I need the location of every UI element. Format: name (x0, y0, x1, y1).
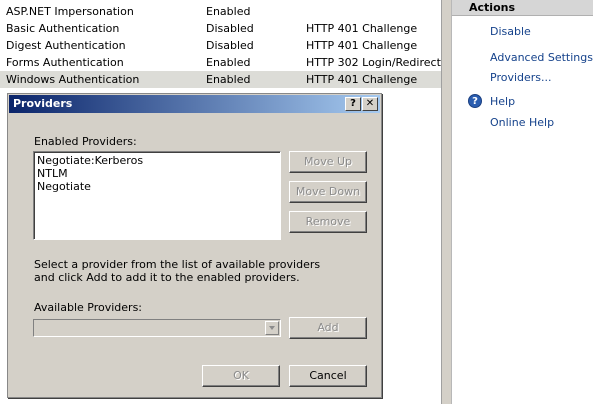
pane-splitter[interactable] (441, 0, 451, 404)
cancel-button[interactable]: Cancel (289, 365, 367, 387)
enabled-providers-list[interactable]: Negotiate:Kerberos NTLM Negotiate (33, 151, 281, 240)
instructions-line2: and click Add to add it to the enabled p… (34, 271, 300, 284)
move-up-button[interactable]: Move Up (289, 151, 367, 173)
auth-name: Digest Authentication (6, 39, 126, 52)
close-button[interactable]: ✕ (362, 97, 378, 111)
list-item[interactable]: NTLM (37, 167, 277, 180)
list-item[interactable]: Negotiate:Kerberos (37, 154, 277, 167)
available-providers-label: Available Providers: (34, 301, 143, 314)
ok-button[interactable]: OK (202, 365, 280, 387)
chevron-down-icon[interactable] (265, 321, 279, 335)
providers-link[interactable]: Providers... (490, 71, 552, 84)
table-row-selected[interactable]: Windows Authentication Enabled HTTP 401 … (0, 71, 441, 88)
disable-link[interactable]: Disable (490, 25, 531, 38)
table-row[interactable]: ASP.NET Impersonation Enabled (0, 3, 441, 20)
remove-button[interactable]: Remove (289, 211, 367, 233)
help-link[interactable]: Help (490, 95, 515, 108)
add-button[interactable]: Add (289, 317, 367, 339)
providers-dialog: Providers ? ✕ Enabled Providers: Negotia… (7, 93, 382, 398)
auth-status: Enabled (206, 73, 251, 86)
auth-status: Disabled (206, 39, 254, 52)
help-icon[interactable]: ? (468, 94, 482, 108)
dialog-titlebar[interactable]: Providers ? ✕ (9, 95, 380, 113)
advanced-settings-link[interactable]: Advanced Settings... (490, 51, 593, 64)
move-down-button[interactable]: Move Down (289, 181, 367, 203)
help-button[interactable]: ? (345, 97, 361, 111)
instructions-line1: Select a provider from the list of avail… (34, 258, 321, 271)
auth-type: HTTP 401 Challenge (306, 22, 418, 35)
auth-status: Enabled (206, 56, 251, 69)
table-row[interactable]: Digest Authentication Disabled HTTP 401 … (0, 37, 441, 54)
auth-name: ASP.NET Impersonation (6, 5, 134, 18)
auth-type: HTTP 401 Challenge (306, 73, 418, 86)
enabled-providers-label: Enabled Providers: (34, 135, 137, 148)
actions-pane: Actions Disable Advanced Settings... Pro… (451, 0, 593, 404)
auth-name: Windows Authentication (6, 73, 140, 86)
table-row[interactable]: Forms Authentication Enabled HTTP 302 Lo… (0, 54, 441, 71)
auth-status: Enabled (206, 5, 251, 18)
auth-type: HTTP 401 Challenge (306, 39, 418, 52)
actions-title: Actions (469, 1, 515, 14)
auth-name: Basic Authentication (6, 22, 120, 35)
auth-name: Forms Authentication (6, 56, 124, 69)
auth-type: HTTP 302 Login/Redirect (306, 56, 441, 69)
auth-status: Disabled (206, 22, 254, 35)
online-help-link[interactable]: Online Help (490, 116, 554, 129)
list-item[interactable]: Negotiate (37, 180, 277, 193)
dialog-title: Providers (13, 97, 73, 110)
table-row[interactable]: Basic Authentication Disabled HTTP 401 C… (0, 20, 441, 37)
available-providers-select[interactable] (33, 319, 281, 337)
actions-header: Actions (452, 0, 593, 16)
